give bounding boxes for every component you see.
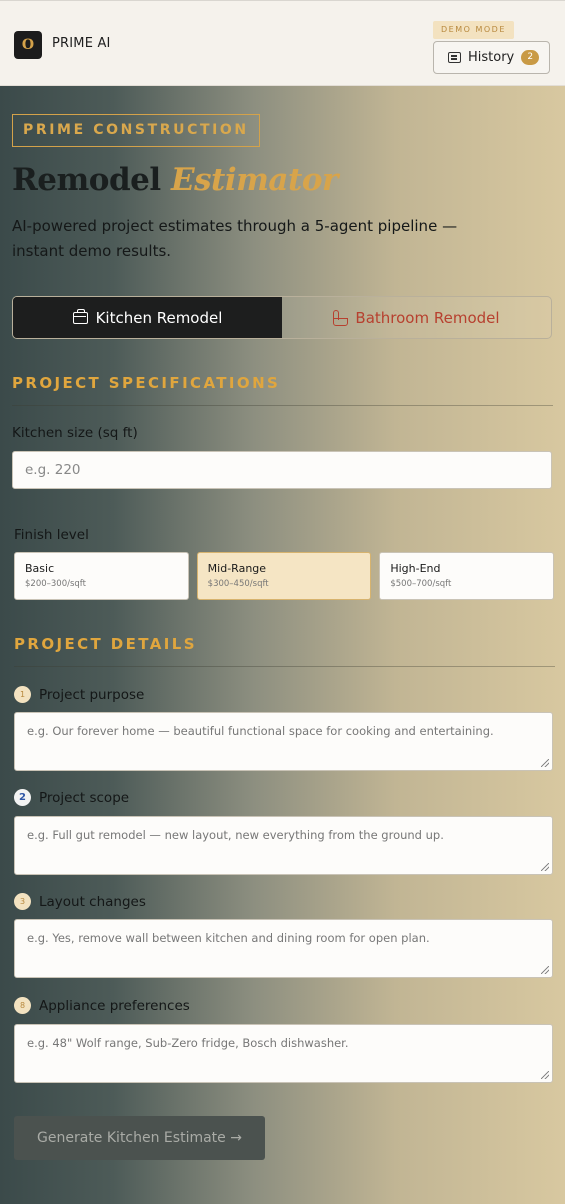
app-header: O PRIME AI DEMO MODE History 2 bbox=[0, 0, 565, 86]
page-subtitle: AI-powered project estimates through a 5… bbox=[12, 217, 458, 260]
kitchen-remodel-tab[interactable]: Kitchen Remodel bbox=[13, 297, 282, 338]
history-button[interactable]: History 2 bbox=[433, 41, 550, 74]
kitchen-size-label: Kitchen size (sq ft) bbox=[12, 425, 138, 441]
step-label: Appliance preferences bbox=[39, 997, 190, 1014]
finish-name: Mid-Range bbox=[207, 562, 267, 575]
step-number: 2 bbox=[14, 789, 31, 806]
step-number: 1 bbox=[14, 686, 31, 703]
finish-option-basic[interactable]: Basic $200–300/sqft bbox=[14, 552, 189, 600]
resize-grip-icon[interactable] bbox=[541, 759, 549, 767]
title-accent: Estimator bbox=[170, 162, 338, 198]
finish-price: $500–700/sqft bbox=[390, 579, 452, 589]
field-project-scope-label: 2 Project scope bbox=[14, 789, 129, 806]
step-label: Layout changes bbox=[39, 893, 146, 910]
appliance-preferences-textarea[interactable]: e.g. 48" Wolf range, Sub-Zero fridge, Bo… bbox=[14, 1024, 553, 1083]
finish-level-label: Finish level bbox=[14, 527, 89, 543]
demo-mode-badge: DEMO MODE bbox=[433, 21, 514, 39]
company-tag: PRIME CONSTRUCTION bbox=[12, 114, 260, 147]
main-panel: PRIME CONSTRUCTION Remodel Estimator AI-… bbox=[0, 86, 565, 1204]
finish-option-mid-range[interactable]: Mid-Range $300–450/sqft bbox=[196, 552, 372, 600]
step-number: 3 bbox=[14, 893, 31, 910]
project-type-toggle: Kitchen Remodel Bathroom Remodel bbox=[12, 296, 552, 339]
brand-name: PRIME AI bbox=[52, 36, 111, 51]
field-project-purpose-label: 1 Project purpose bbox=[14, 686, 144, 703]
finish-name: High-End bbox=[390, 562, 441, 575]
field-layout-changes-label: 3 Layout changes bbox=[14, 893, 146, 910]
finish-name: Basic bbox=[25, 562, 55, 575]
project-scope-textarea[interactable]: e.g. Full gut remodel — new layout, new … bbox=[14, 816, 553, 875]
kitchen-size-input[interactable] bbox=[12, 451, 552, 489]
resize-grip-icon[interactable] bbox=[541, 966, 549, 974]
step-label: Project scope bbox=[39, 789, 130, 806]
bathroom-remodel-label: Bathroom Remodel bbox=[355, 308, 500, 327]
finish-price: $300–450/sqft bbox=[207, 579, 269, 589]
logo-letter: O bbox=[21, 37, 35, 53]
generate-estimate-button[interactable]: Generate Kitchen Estimate → bbox=[14, 1116, 265, 1160]
section-divider bbox=[14, 666, 555, 667]
history-label: History bbox=[468, 50, 515, 65]
project-purpose-textarea[interactable]: e.g. Our forever home — beautiful functi… bbox=[14, 712, 553, 771]
layout-changes-textarea[interactable]: e.g. Yes, remove wall between kitchen an… bbox=[14, 919, 553, 978]
kitchen-remodel-label: Kitchen Remodel bbox=[95, 308, 223, 327]
step-label: Project purpose bbox=[39, 686, 145, 703]
field-appliance-preferences-label: 8 Appliance preferences bbox=[14, 997, 190, 1014]
bathroom-remodel-tab[interactable]: Bathroom Remodel bbox=[282, 297, 551, 338]
briefcase-icon bbox=[72, 308, 88, 324]
step-number: 8 bbox=[14, 997, 31, 1014]
section-divider bbox=[12, 405, 553, 406]
bathtub-icon bbox=[333, 310, 349, 326]
finish-option-high-end[interactable]: High-End $500–700/sqft bbox=[379, 552, 555, 600]
history-count-badge: 2 bbox=[521, 50, 540, 65]
finish-price: $200–300/sqft bbox=[25, 579, 86, 589]
finish-level-options: Basic $200–300/sqft Mid-Range $300–450/s… bbox=[14, 552, 555, 600]
resize-grip-icon[interactable] bbox=[541, 1071, 549, 1079]
title-main: Remodel bbox=[12, 162, 161, 198]
details-section-title: PROJECT DETAILS bbox=[14, 635, 197, 653]
resize-grip-icon[interactable] bbox=[541, 863, 549, 871]
specs-section-title: PROJECT SPECIFICATIONS bbox=[12, 374, 281, 392]
document-list-icon bbox=[448, 52, 461, 63]
page-title: Remodel Estimator bbox=[12, 162, 338, 198]
logo: O bbox=[14, 31, 42, 59]
